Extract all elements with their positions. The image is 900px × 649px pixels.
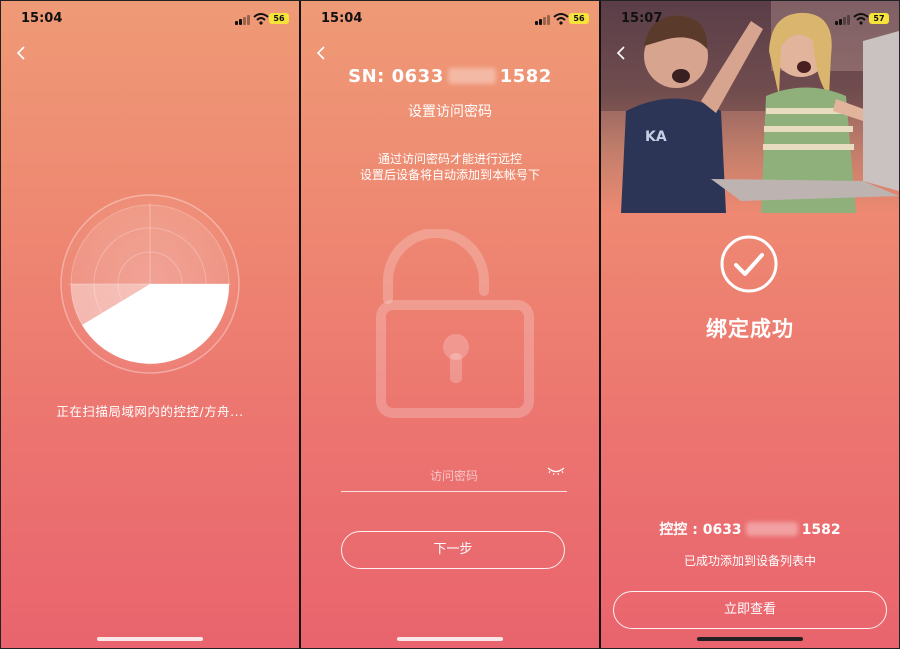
wifi-icon [253, 13, 269, 25]
device-name: 控控 : 0633 1582 [601, 519, 899, 539]
bind-success-screen: KA 15:07 57 绑定成功 控控 : 0633 1582 已成功添加到设备列… [601, 1, 899, 648]
home-indicator[interactable] [697, 637, 803, 641]
battery-icon: 57 [869, 13, 889, 24]
cellular-signal-icon [835, 14, 851, 25]
serial-suffix: 1582 [499, 66, 552, 87]
back-icon[interactable] [313, 45, 329, 61]
children-photo-illustration: KA [601, 1, 899, 213]
hero-photo: KA [601, 1, 899, 213]
redacted-serial [745, 522, 798, 536]
home-indicator[interactable] [97, 637, 203, 641]
page-title: 设置访问密码 [408, 104, 492, 120]
description: 通过访问密码才能进行远控 设置后设备将自动添加到本帐号下 [301, 151, 599, 183]
eye-closed-icon[interactable] [547, 466, 565, 476]
serial-number: SN: 0633 1582 [301, 66, 599, 87]
cellular-signal-icon [235, 14, 251, 25]
description-line-2: 设置后设备将自动添加到本帐号下 [359, 168, 540, 182]
success-title: 绑定成功 [706, 317, 794, 341]
description-line-1: 通过访问密码才能进行远控 [377, 152, 522, 166]
back-icon[interactable] [613, 45, 629, 61]
password-input[interactable] [341, 461, 567, 492]
back-icon[interactable] [13, 45, 29, 61]
status-time: 15:04 [321, 11, 363, 26]
battery-icon: 56 [269, 13, 289, 24]
wifi-icon [853, 13, 869, 25]
scan-status-text: 正在扫描局域网内的控控/方舟... [56, 404, 244, 419]
cellular-signal-icon [535, 14, 551, 25]
unlock-icon [376, 229, 534, 418]
radar-scan-icon [60, 194, 240, 374]
status-bar: 15:04 56 [1, 11, 299, 29]
home-indicator[interactable] [397, 637, 503, 641]
status-time: 15:07 [621, 11, 663, 26]
success-check-icon [720, 235, 778, 293]
next-button[interactable]: 下一步 [341, 531, 565, 569]
shirt-lettering: KA [645, 129, 667, 145]
view-now-button[interactable]: 立即查看 [613, 591, 887, 629]
status-bar: 15:07 57 [601, 11, 899, 29]
device-suffix: 1582 [801, 522, 841, 538]
status-time: 15:04 [21, 11, 63, 26]
status-bar: 15:04 56 [301, 11, 599, 29]
wifi-icon [553, 13, 569, 25]
battery-icon: 56 [569, 13, 589, 24]
set-password-screen: 15:04 56 SN: 0633 1582 设置访问密码 通过访问密码才能进行远… [301, 1, 599, 648]
scan-screen: 15:04 56 正在扫描局域网内的控控/方舟... [1, 1, 299, 648]
added-message: 已成功添加到设备列表中 [683, 554, 816, 568]
redacted-serial [447, 68, 496, 84]
serial-prefix: SN: 0633 [348, 66, 444, 87]
device-prefix: 控控 : 0633 [659, 522, 742, 538]
